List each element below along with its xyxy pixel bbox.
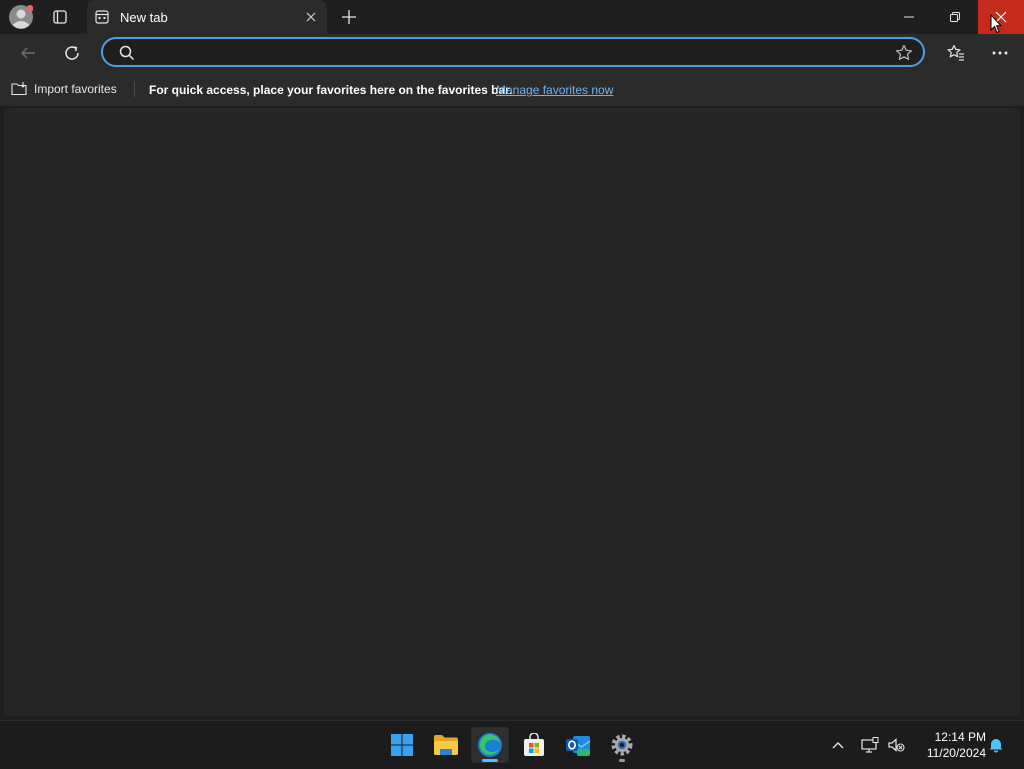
edge-icon: [478, 733, 502, 757]
favorites-divider: [134, 81, 135, 97]
taskbar: 12:14 PM 11/20/2024: [0, 720, 1024, 769]
browser-toolbar: [0, 34, 1024, 72]
tab-title: New tab: [120, 10, 168, 25]
tab-actions-icon: [53, 10, 67, 24]
import-favorites-button[interactable]: Import favorites: [11, 81, 117, 96]
start-button[interactable]: [383, 727, 421, 763]
favorite-star-icon[interactable]: [895, 44, 913, 62]
taskbar-edge[interactable]: [471, 727, 509, 763]
file-explorer-icon: [434, 735, 458, 755]
profile-avatar[interactable]: [9, 5, 34, 29]
refresh-button[interactable]: [58, 39, 86, 67]
running-app-indicator: [619, 759, 625, 762]
tab-close-button[interactable]: [303, 9, 319, 25]
address-bar[interactable]: [101, 37, 925, 67]
minimize-button[interactable]: [886, 0, 932, 34]
import-favorites-label: Import favorites: [34, 81, 117, 96]
clock-time: 12:14 PM: [934, 730, 986, 744]
tab-actions-button[interactable]: [48, 5, 72, 29]
restore-button[interactable]: [932, 0, 978, 34]
notifications-button[interactable]: [986, 735, 1006, 755]
bell-icon: [989, 739, 1003, 753]
page-content: [4, 108, 1020, 716]
volume-button[interactable]: [886, 735, 906, 755]
favorites-bar: Import favorites For quick access, place…: [0, 72, 1024, 106]
more-options-button[interactable]: [986, 39, 1014, 67]
plus-icon: [342, 10, 356, 24]
import-favorites-icon: [11, 82, 27, 96]
address-input[interactable]: [143, 43, 887, 63]
taskbar-microsoft-store[interactable]: [515, 727, 553, 763]
system-clock[interactable]: 12:14 PM 11/20/2024: [914, 729, 986, 761]
volume-muted-icon: [888, 738, 905, 752]
ellipsis-icon: [992, 51, 1008, 55]
outlook-new-icon: [566, 736, 591, 756]
title-bar: New tab: [0, 0, 1024, 34]
network-icon: [861, 737, 879, 753]
favorites-button[interactable]: [942, 39, 970, 67]
taskbar-outlook-new[interactable]: [559, 727, 597, 763]
microsoft-store-icon: [524, 733, 544, 756]
start-icon: [391, 734, 413, 756]
manage-favorites-link[interactable]: Manage favorites now: [496, 83, 613, 97]
taskbar-file-explorer[interactable]: [427, 727, 465, 763]
clock-date: 11/20/2024: [926, 746, 986, 760]
settings-icon: [611, 734, 633, 756]
taskbar-settings[interactable]: [603, 727, 641, 763]
show-hidden-icons-button[interactable]: [828, 735, 848, 755]
active-app-indicator: [482, 759, 498, 762]
search-icon: [119, 45, 135, 61]
chevron-up-icon: [832, 742, 844, 749]
tab-new-tab[interactable]: New tab: [87, 0, 327, 34]
mouse-cursor-icon: [990, 14, 1002, 34]
new-tab-page-icon: [95, 10, 109, 24]
minimize-icon: [904, 16, 914, 18]
favorites-list-icon: [947, 44, 964, 61]
network-status-button[interactable]: [860, 735, 880, 755]
favorites-bar-message: For quick access, place your favorites h…: [149, 83, 513, 97]
close-icon: [306, 12, 316, 22]
back-arrow-icon: [21, 47, 35, 59]
profile-icon: [9, 5, 34, 29]
back-button[interactable]: [14, 39, 42, 67]
restore-icon: [950, 12, 960, 22]
new-tab-button[interactable]: [338, 6, 360, 28]
refresh-icon: [65, 46, 79, 60]
